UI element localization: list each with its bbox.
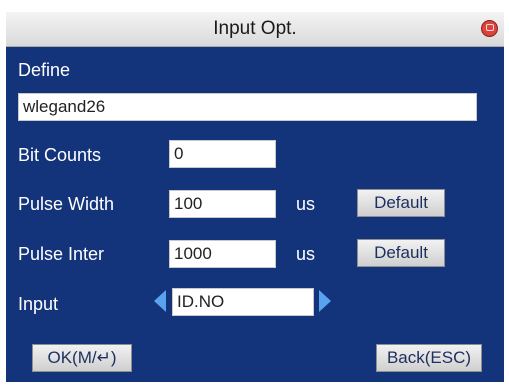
previous-arrow-icon[interactable] [154,290,166,312]
device-screen: Input Opt. Define wlegand26 Bit Counts 0… [0,0,509,385]
bit-counts-field[interactable]: 0 [169,140,276,168]
define-label: Define [18,60,71,80]
next-arrow-icon[interactable] [319,290,331,312]
pulse-inter-unit: us [296,244,316,264]
input-options-panel: Define wlegand26 Bit Counts 0 Pulse Widt… [6,47,504,382]
pulse-inter-label: Pulse Inter [18,244,105,264]
input-select[interactable]: ID.NO [172,288,314,316]
bit-counts-label: Bit Counts [18,145,102,165]
pulse-width-label: Pulse Width [18,194,115,214]
define-field[interactable]: wlegand26 [18,93,477,121]
pulse-width-field[interactable]: 100 [169,190,276,218]
window-title: Input Opt. [213,18,297,39]
ok-button[interactable]: OK(M/↵) [32,344,132,372]
input-label: Input [18,294,59,314]
pulse-inter-field[interactable]: 1000 [169,240,276,268]
pulse-width-unit: us [296,194,316,214]
close-icon[interactable] [481,20,498,37]
pulse-width-default-button[interactable]: Default [357,189,445,217]
pulse-inter-default-button[interactable]: Default [357,239,445,267]
title-bar: Input Opt. [6,12,504,47]
back-button[interactable]: Back(ESC) [376,344,482,372]
